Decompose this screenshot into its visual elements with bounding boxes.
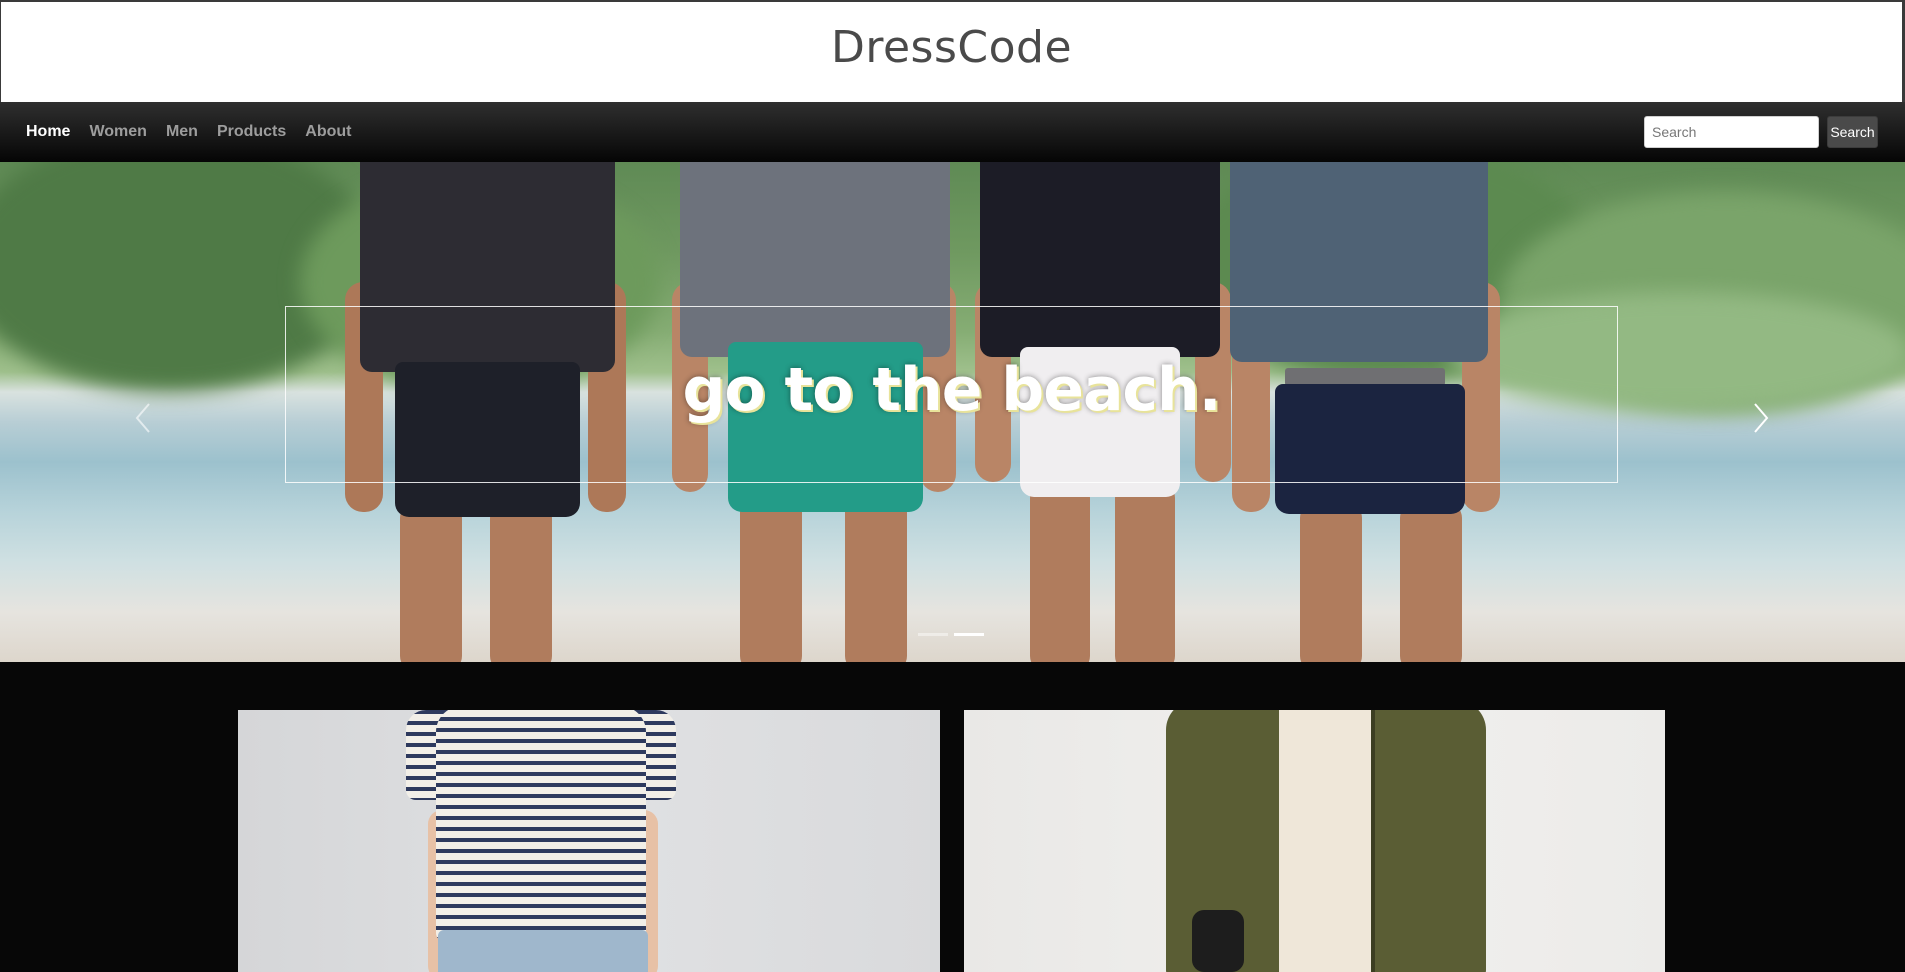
search-button[interactable]: Search <box>1827 116 1878 148</box>
nav-link-about[interactable]: About <box>305 123 351 141</box>
carousel-indicators <box>918 633 984 636</box>
nav-link-products[interactable]: Products <box>217 123 286 141</box>
product-tile-women[interactable] <box>238 710 940 972</box>
nav-link-women[interactable]: Women <box>89 123 146 141</box>
site-header: DressCode <box>0 0 1905 102</box>
carousel-next-button[interactable] <box>1749 400 1773 436</box>
nav-link-home[interactable]: Home <box>26 123 70 141</box>
nav-links: Home Women Men Products About <box>26 102 351 162</box>
caption-frame: go to the beach. <box>285 306 1618 483</box>
carousel-caption: go to the beach. <box>682 355 1221 425</box>
navbar: Home Women Men Products About Search <box>0 102 1905 162</box>
chevron-left-icon <box>135 403 150 433</box>
carousel-prev-button[interactable] <box>131 400 155 436</box>
search-input[interactable] <box>1644 116 1819 148</box>
hero-carousel: go to the beach. <box>0 162 1905 662</box>
nav-link-men[interactable]: Men <box>166 123 198 141</box>
carousel-indicator[interactable] <box>918 633 948 636</box>
chevron-right-icon <box>1754 403 1769 433</box>
product-tile-men[interactable] <box>964 710 1665 972</box>
brand-logo-text[interactable]: DressCode <box>1 22 1902 73</box>
carousel-indicator-active[interactable] <box>954 633 984 636</box>
